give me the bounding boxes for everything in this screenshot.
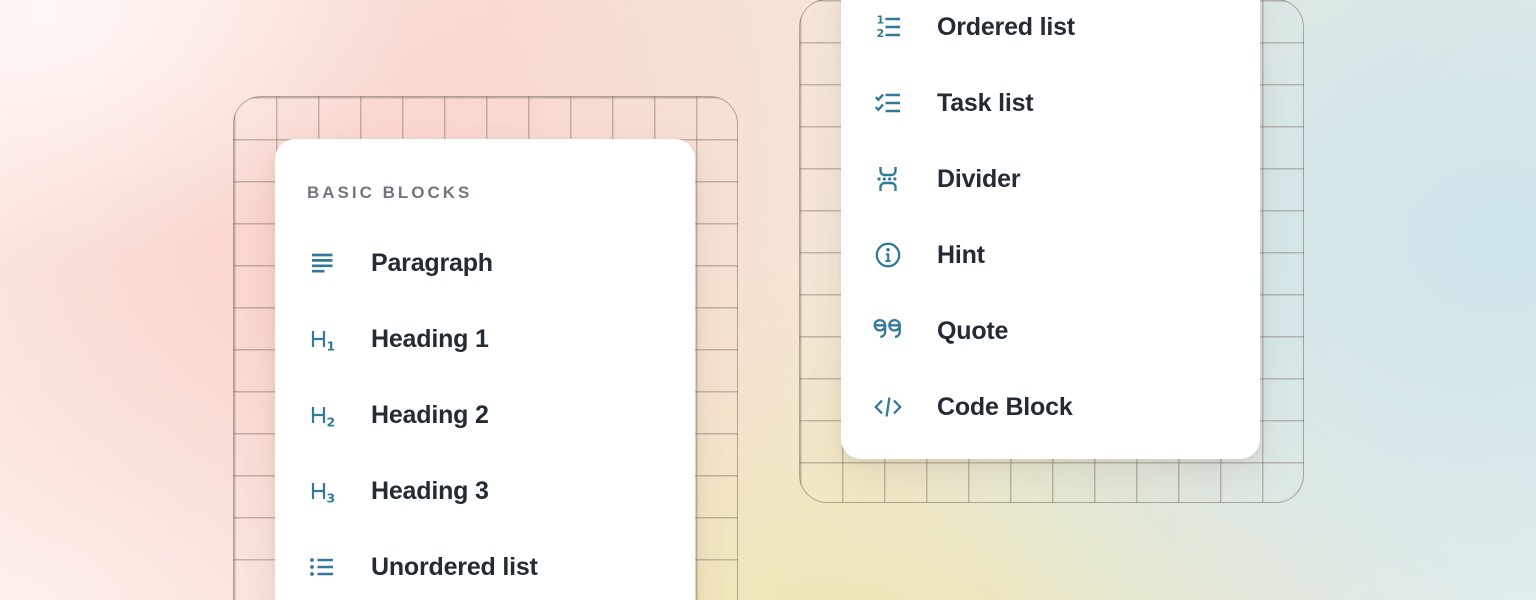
menu-item-quote[interactable]: Quote — [841, 293, 1260, 369]
menu-item-ordered-list[interactable]: 1 2 Ordered list — [841, 0, 1260, 65]
menu-item-label: Heading 2 — [371, 401, 489, 430]
task-list-icon — [873, 88, 903, 118]
heading-1-icon: 1 — [307, 324, 337, 354]
menu-list: Paragraph 1 Heading 1 2 Heading 2 3 Heading… — [275, 225, 695, 600]
menu-item-heading-1[interactable]: 1 Heading 1 — [275, 301, 695, 377]
heading-2-icon: 2 — [307, 400, 337, 430]
ordered-list-icon: 1 2 — [873, 12, 903, 42]
heading-3-icon: 3 — [307, 476, 337, 506]
basic-blocks-menu: BASIC BLOCKS Paragraph 1 Heading 1 2 Headi… — [275, 139, 695, 600]
menu-item-label: Code Block — [937, 393, 1073, 422]
menu-item-task-list[interactable]: Task list — [841, 65, 1260, 141]
background: BASIC BLOCKS Paragraph 1 Heading 1 2 Headi… — [0, 0, 1536, 600]
code-block-icon — [873, 392, 903, 422]
menu-item-hint[interactable]: Hint — [841, 217, 1260, 293]
hint-icon — [873, 240, 903, 270]
menu-item-label: Paragraph — [371, 249, 493, 278]
svg-text:2: 2 — [327, 415, 336, 430]
svg-text:1: 1 — [327, 339, 336, 354]
menu-item-heading-3[interactable]: 3 Heading 3 — [275, 453, 695, 529]
menu-item-label: Heading 1 — [371, 325, 489, 354]
divider-icon — [873, 164, 903, 194]
menu-item-paragraph[interactable]: Paragraph — [275, 225, 695, 301]
svg-text:2: 2 — [877, 27, 885, 40]
menu-item-label: Divider — [937, 165, 1020, 194]
menu-item-label: Task list — [937, 89, 1033, 118]
svg-text:3: 3 — [327, 491, 336, 506]
menu-item-label: Quote — [937, 317, 1008, 346]
menu-item-label: Hint — [937, 241, 985, 270]
blocks-continued-menu: 1 2 Ordered list Task list Divider Hint Q… — [841, 0, 1260, 459]
menu-item-label: Heading 3 — [371, 477, 489, 506]
menu-item-divider[interactable]: Divider — [841, 141, 1260, 217]
section-header-basic-blocks: BASIC BLOCKS — [307, 175, 695, 211]
menu-item-code-block[interactable]: Code Block — [841, 369, 1260, 445]
menu-item-unordered-list[interactable]: Unordered list — [275, 529, 695, 600]
menu-list: 1 2 Ordered list Task list Divider Hint Q… — [841, 0, 1260, 445]
svg-text:1: 1 — [877, 14, 885, 27]
paragraph-icon — [307, 248, 337, 278]
menu-item-heading-2[interactable]: 2 Heading 2 — [275, 377, 695, 453]
menu-item-label: Unordered list — [371, 553, 538, 582]
quote-icon — [873, 316, 903, 346]
menu-item-label: Ordered list — [937, 13, 1075, 42]
unordered-list-icon — [307, 552, 337, 582]
